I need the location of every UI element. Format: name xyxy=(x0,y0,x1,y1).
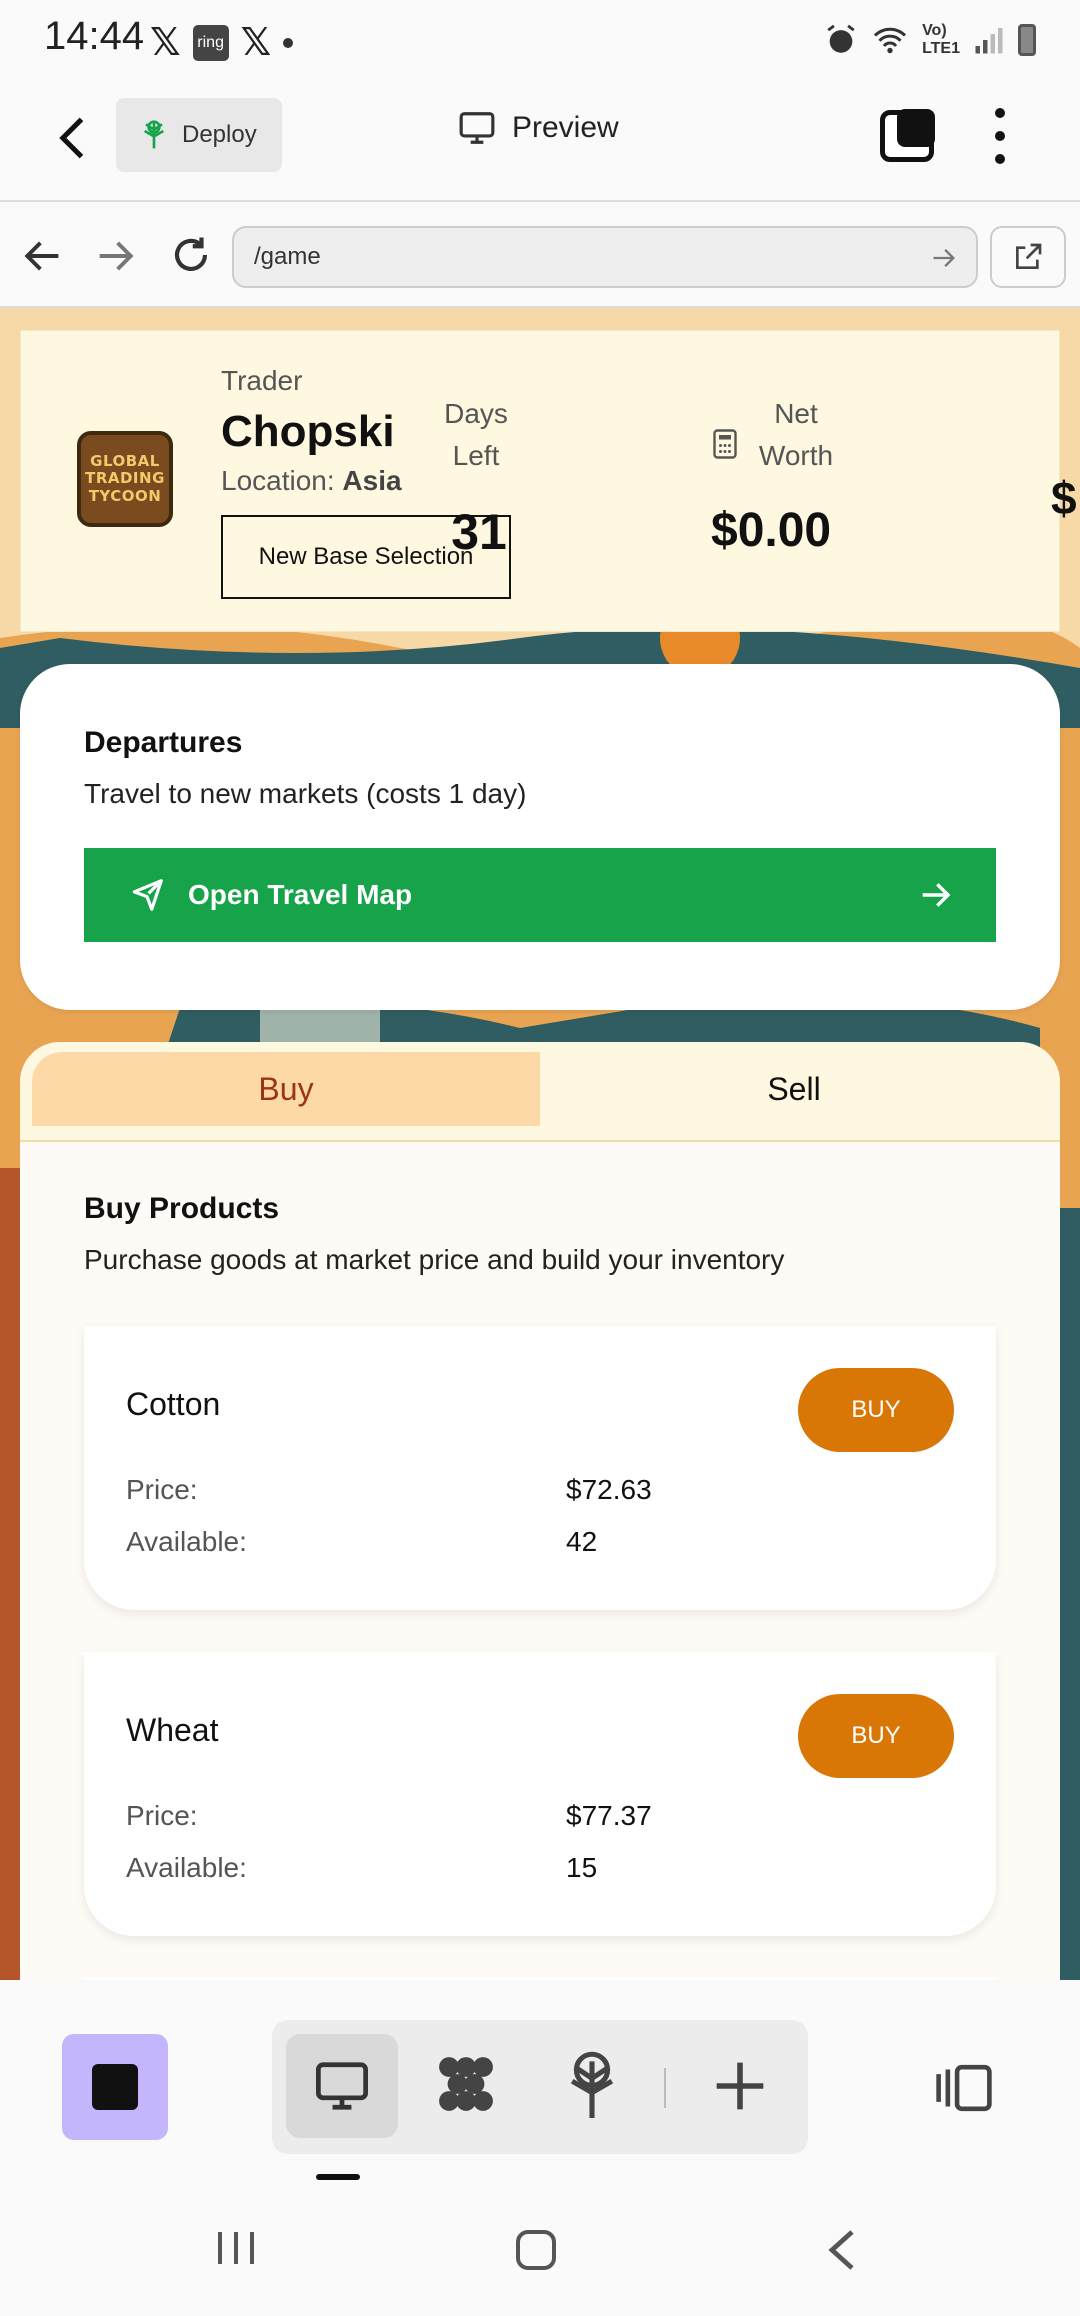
wifi-icon xyxy=(873,27,907,54)
more-options-icon[interactable] xyxy=(990,108,1010,164)
overflow-value: $ xyxy=(1051,472,1077,524)
departures-card: Departures Travel to new markets (costs … xyxy=(20,664,1060,1010)
nav-back-icon[interactable] xyxy=(22,238,62,274)
price-label: Price: xyxy=(126,1474,198,1505)
stop-icon xyxy=(92,2064,138,2110)
product-available: 15 xyxy=(566,1852,598,1883)
url-bar: /game xyxy=(0,204,1080,308)
product-available: 42 xyxy=(566,1526,598,1557)
url-input[interactable]: /game xyxy=(232,226,978,288)
reload-icon[interactable] xyxy=(170,234,212,276)
trader-label: Trader xyxy=(221,365,303,396)
product-price: $72.63 xyxy=(566,1474,652,1505)
monitor-icon xyxy=(316,2062,368,2110)
system-navigation-bar xyxy=(0,2180,1080,2316)
nav-forward-icon[interactable] xyxy=(96,238,136,274)
tab-buy[interactable]: Buy xyxy=(32,1052,540,1126)
deploy-button[interactable]: Deploy xyxy=(116,98,282,172)
dot-icon xyxy=(283,37,294,48)
monitor-icon xyxy=(459,112,495,144)
days-left-value: 31 xyxy=(451,504,507,560)
trade-panel: Buy Sell Buy Products Purchase goods at … xyxy=(20,1042,1060,1980)
tabs-icon[interactable] xyxy=(880,109,935,162)
tab-sell[interactable]: Sell xyxy=(540,1052,1048,1126)
system-back-icon[interactable] xyxy=(824,2228,860,2272)
ring-icon: ring xyxy=(192,24,229,61)
status-bar: 14:44 𝕏 ring 𝕏 Vo) LTE1 xyxy=(0,0,1080,80)
nav-divider xyxy=(664,2068,666,2108)
airplane-icon xyxy=(132,879,163,911)
preview-toggle[interactable]: Preview xyxy=(458,110,619,146)
product-card-wheat: Wheat BUY Price: $77.37 Available: 15 xyxy=(84,1652,996,1936)
preview-label: Preview xyxy=(512,111,619,144)
stop-button[interactable] xyxy=(62,2034,168,2140)
available-label: Available: xyxy=(126,1852,247,1883)
calculator-icon xyxy=(713,429,737,459)
side-panel-icon[interactable] xyxy=(934,2062,994,2114)
product-name: Cotton xyxy=(126,1386,221,1422)
volte-icon: Vo) LTE1 xyxy=(922,22,960,57)
deploy-tree-icon[interactable] xyxy=(562,2050,622,2118)
game-page: GLOBAL TRADING TYCOON Trader Chopski Loc… xyxy=(0,308,1080,1980)
product-card-cotton: Cotton BUY Price: $72.63 Available: 42 xyxy=(84,1326,996,1610)
signal-icon xyxy=(975,28,1003,54)
url-text: /game xyxy=(254,243,321,270)
deploy-label: Deploy xyxy=(182,121,257,148)
available-label: Available: xyxy=(126,1526,247,1557)
trader-name: Chopski xyxy=(221,407,395,456)
home-icon[interactable] xyxy=(514,2228,558,2272)
price-label: Price: xyxy=(126,1800,198,1831)
open-travel-map-label: Open Travel Map xyxy=(188,879,413,910)
days-left-label: Days Left xyxy=(444,398,508,471)
open-external-button[interactable] xyxy=(990,226,1066,288)
arrow-right-icon xyxy=(922,883,951,907)
x-icon: 𝕏 xyxy=(240,22,272,64)
x-icon: 𝕏 xyxy=(150,22,181,64)
buy-button[interactable]: BUY xyxy=(798,1694,954,1778)
open-travel-map-button[interactable]: Open Travel Map xyxy=(84,848,996,942)
components-icon[interactable] xyxy=(432,2050,500,2118)
location: Location: Asia xyxy=(221,465,402,496)
tree-icon xyxy=(144,120,164,149)
app-toolbar: Deploy Preview xyxy=(0,80,1080,202)
net-worth-label: Net Worth xyxy=(758,398,834,471)
trade-tabs: Buy Sell xyxy=(20,1042,1060,1142)
status-time: 14:44 xyxy=(44,14,145,58)
view-switcher xyxy=(272,2020,808,2154)
departures-title: Departures xyxy=(84,726,243,759)
product-name: Wheat xyxy=(126,1712,219,1748)
location-value: Asia xyxy=(342,465,402,496)
buy-products-subtitle: Purchase goods at market price and build… xyxy=(84,1244,785,1275)
net-worth-value: $0.00 xyxy=(711,504,832,557)
external-link-icon xyxy=(1016,243,1042,269)
buy-button[interactable]: BUY xyxy=(798,1368,954,1452)
trader-header: GLOBAL TRADING TYCOON Trader Chopski Loc… xyxy=(20,330,1077,632)
battery-icon xyxy=(1018,24,1036,56)
departures-subtitle: Travel to new markets (costs 1 day) xyxy=(84,778,527,809)
buy-products-title: Buy Products xyxy=(84,1192,280,1225)
alarm-icon xyxy=(827,24,855,53)
product-price: $77.37 xyxy=(566,1800,652,1831)
go-arrow-icon[interactable] xyxy=(930,244,958,272)
desktop-view-button[interactable] xyxy=(286,2034,398,2138)
game-logo: GLOBAL TRADING TYCOON xyxy=(77,431,173,527)
back-icon[interactable] xyxy=(56,116,90,160)
add-icon[interactable] xyxy=(712,2058,768,2114)
editor-bottom-nav xyxy=(0,1980,1080,2180)
recent-apps-icon[interactable] xyxy=(214,2228,258,2268)
